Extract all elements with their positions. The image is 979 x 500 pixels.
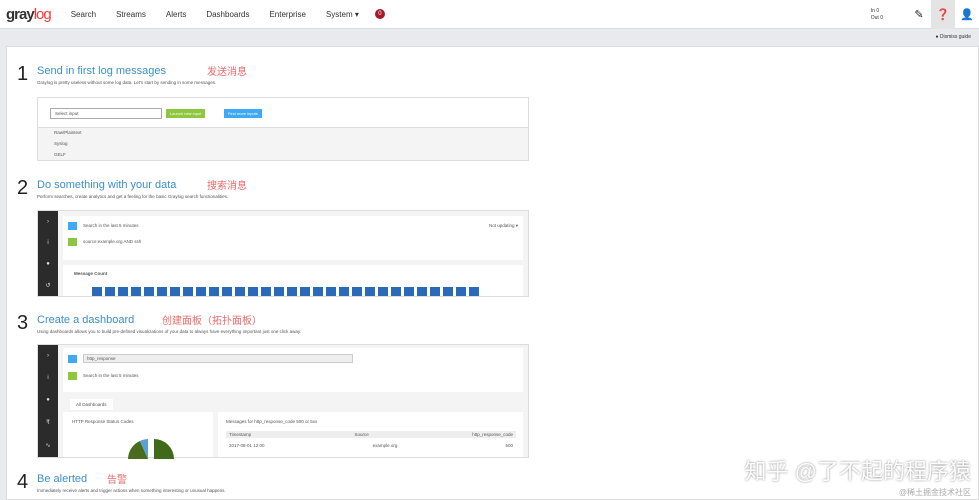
histogram-bar bbox=[209, 287, 219, 296]
nav-streams[interactable]: Streams bbox=[116, 10, 146, 19]
histogram-bar bbox=[430, 287, 440, 296]
histogram-bar bbox=[105, 287, 115, 296]
histogram-bar bbox=[326, 287, 336, 296]
step-title[interactable]: Do something with your data bbox=[37, 179, 176, 191]
histogram-bar bbox=[118, 287, 128, 296]
histogram-bar bbox=[300, 287, 310, 296]
step-title[interactable]: Send in first log messages bbox=[37, 65, 166, 77]
help-icon[interactable]: ❓ bbox=[931, 0, 955, 29]
histogram-bar bbox=[196, 287, 206, 296]
nav-system[interactable]: System ▾ bbox=[326, 10, 359, 19]
histogram-bar bbox=[261, 287, 271, 296]
histogram-bar bbox=[222, 287, 232, 296]
step-title[interactable]: Be alerted bbox=[37, 473, 87, 485]
nav-search[interactable]: Search bbox=[71, 10, 96, 19]
watermark: 知乎 @了不起的程序猿 bbox=[744, 459, 971, 484]
histogram-bar bbox=[443, 287, 453, 296]
histogram-bar bbox=[352, 287, 362, 296]
histogram-bar bbox=[235, 287, 245, 296]
histogram-bar bbox=[313, 287, 323, 296]
histogram-bar bbox=[339, 287, 349, 296]
annotation: 发送消息 bbox=[207, 67, 247, 78]
histogram-bar bbox=[469, 287, 479, 296]
annotation: 创建面板（拓扑面板） bbox=[162, 316, 262, 327]
histogram-bar bbox=[170, 287, 180, 296]
annotation: 搜索消息 bbox=[207, 181, 247, 192]
histogram-bar bbox=[274, 287, 284, 296]
dismiss-guide-link[interactable]: ● Dismiss guide bbox=[935, 34, 971, 40]
histogram-bar bbox=[183, 287, 193, 296]
throughput: In 0 Out 0 bbox=[870, 7, 883, 21]
histogram-bar bbox=[248, 287, 258, 296]
pie-chart bbox=[128, 439, 174, 459]
graylog-logo[interactable]: graylog bbox=[6, 6, 52, 23]
histogram-bar bbox=[157, 287, 167, 296]
watermark-secondary: @稀土掘金技术社区 bbox=[898, 488, 971, 497]
histogram-bar bbox=[404, 287, 414, 296]
annotation: 告警 bbox=[107, 475, 127, 486]
histogram-bar bbox=[144, 287, 154, 296]
user-icon[interactable]: 👤 bbox=[955, 0, 979, 29]
notification-badge[interactable]: 0 bbox=[374, 9, 385, 19]
top-navbar: graylog Search Streams Alerts Dashboards… bbox=[0, 0, 979, 29]
histogram-bar bbox=[391, 287, 401, 296]
nav-dashboards[interactable]: Dashboards bbox=[206, 10, 249, 19]
nav-alerts[interactable]: Alerts bbox=[166, 10, 186, 19]
histogram-bar bbox=[456, 287, 466, 296]
nav-enterprise[interactable]: Enterprise bbox=[269, 10, 305, 19]
histogram-bar bbox=[287, 287, 297, 296]
screenshot-dashboard: › i ● ₹ ∿ http_response Search in the last 5… bbox=[37, 344, 529, 459]
getting-started-panel: 1 Send in first log messages 发送消息 Graylo… bbox=[6, 46, 979, 500]
histogram-bar bbox=[365, 287, 375, 296]
screenshot-search: › i ● ↺ Search in the last 5 minutes source… bbox=[37, 210, 529, 297]
histogram-bar bbox=[92, 287, 102, 296]
histogram-bar bbox=[131, 287, 141, 296]
histogram-bar bbox=[417, 287, 427, 296]
step-title[interactable]: Create a dashboard bbox=[37, 314, 134, 326]
edit-icon[interactable]: ✎ bbox=[907, 0, 931, 29]
screenshot-inputs: Select input Launch new input Find more … bbox=[37, 97, 529, 161]
histogram-bar bbox=[378, 287, 388, 296]
